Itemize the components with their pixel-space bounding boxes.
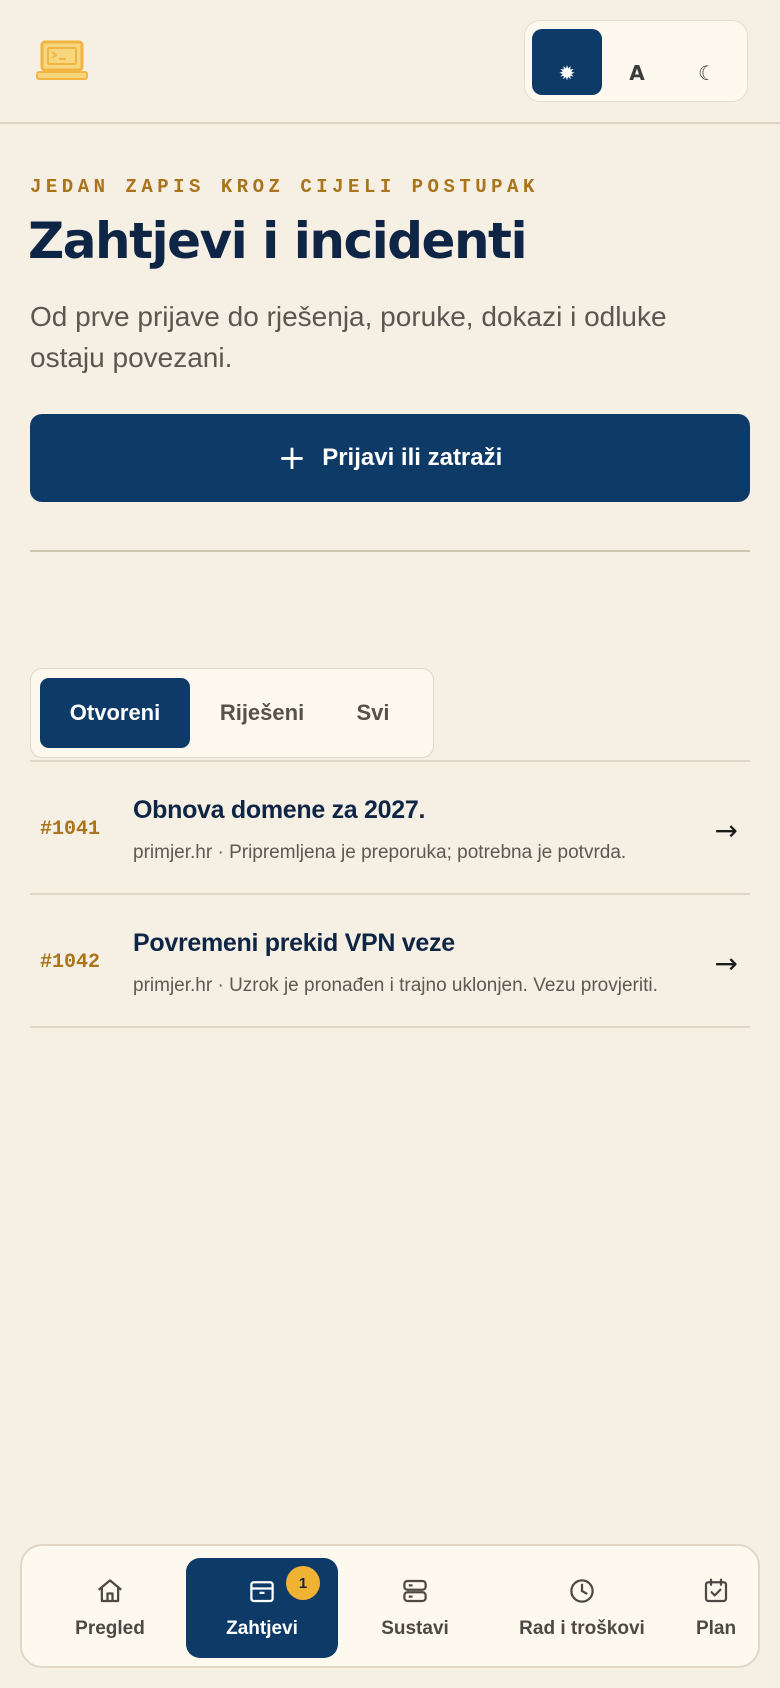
sun-icon[interactable]: ✹ bbox=[532, 29, 602, 95]
request-meta: primjer.hr · Pripremljena je preporuka; … bbox=[133, 842, 627, 863]
nav-label: Plan bbox=[695, 1618, 737, 1639]
plus-icon: + bbox=[277, 438, 307, 478]
nav-label: Sustavi bbox=[381, 1618, 449, 1639]
section-divider bbox=[30, 550, 750, 552]
arrow-right-icon: → bbox=[714, 947, 738, 980]
nav-item-plan[interactable]: Plan bbox=[676, 1558, 756, 1658]
clock-icon bbox=[570, 1579, 594, 1603]
top-bar: ✹ A ☾ bbox=[0, 0, 780, 124]
page-subtitle: Od prve prijave do rješenja, poruke, dok… bbox=[30, 301, 667, 373]
request-id: #1042 bbox=[40, 951, 101, 974]
nav-label: Rad i troškovi bbox=[519, 1618, 645, 1639]
request-title: Povremeni prekid VPN veze bbox=[133, 929, 455, 957]
page-title: Zahtjevi i incidenti bbox=[28, 212, 528, 270]
nav-item-overview[interactable]: Pregled bbox=[36, 1558, 184, 1658]
new-request-button[interactable]: + Prijavi ili zatraži bbox=[30, 414, 750, 502]
page-eyebrow: JEDAN ZAPIS KROZ CIJELI POSTUPAK bbox=[30, 176, 539, 198]
request-title: Obnova domene za 2027. bbox=[133, 796, 426, 824]
nav-item-requests[interactable]: Zahtjevi 1 bbox=[186, 1558, 338, 1658]
moon-icon[interactable]: ☾ bbox=[672, 29, 742, 95]
request-meta: primjer.hr · Uzrok je pronađen i trajno … bbox=[133, 975, 658, 996]
list-item[interactable]: #1042 Povremeni prekid VPN veze primjer.… bbox=[30, 895, 750, 1028]
arrow-right-icon: → bbox=[714, 814, 738, 847]
request-list: #1041 Obnova domene za 2027. primjer.hr … bbox=[30, 760, 750, 1028]
notification-badge: 1 bbox=[286, 1566, 320, 1600]
nav-item-systems[interactable]: Sustavi bbox=[340, 1558, 490, 1658]
terminal-laptop-icon[interactable] bbox=[36, 40, 88, 82]
tab-all[interactable]: Svi bbox=[331, 678, 415, 748]
inbox-icon bbox=[250, 1581, 274, 1603]
calendar-check-icon bbox=[704, 1578, 728, 1603]
request-id: #1041 bbox=[40, 818, 101, 841]
server-icon bbox=[403, 1579, 427, 1603]
home-icon bbox=[98, 1579, 122, 1603]
list-item[interactable]: #1041 Obnova domene za 2027. primjer.hr … bbox=[30, 762, 750, 895]
filter-tabs: Otvoreni Riješeni Svi bbox=[30, 668, 434, 758]
nav-item-work-costs[interactable]: Rad i troškovi bbox=[492, 1558, 672, 1658]
theme-switch: ✹ A ☾ bbox=[524, 20, 748, 102]
new-request-label: Prijavi ili zatraži bbox=[322, 444, 503, 471]
auto-icon[interactable]: A bbox=[602, 29, 672, 95]
tab-open[interactable]: Otvoreni bbox=[40, 678, 190, 748]
nav-label: Pregled bbox=[75, 1618, 145, 1639]
tab-resolved[interactable]: Riješeni bbox=[197, 678, 327, 748]
bottom-nav: Pregled Zahtjevi 1 Sustavi Rad i troškov… bbox=[20, 1544, 760, 1668]
nav-label: Zahtjevi bbox=[226, 1618, 298, 1639]
